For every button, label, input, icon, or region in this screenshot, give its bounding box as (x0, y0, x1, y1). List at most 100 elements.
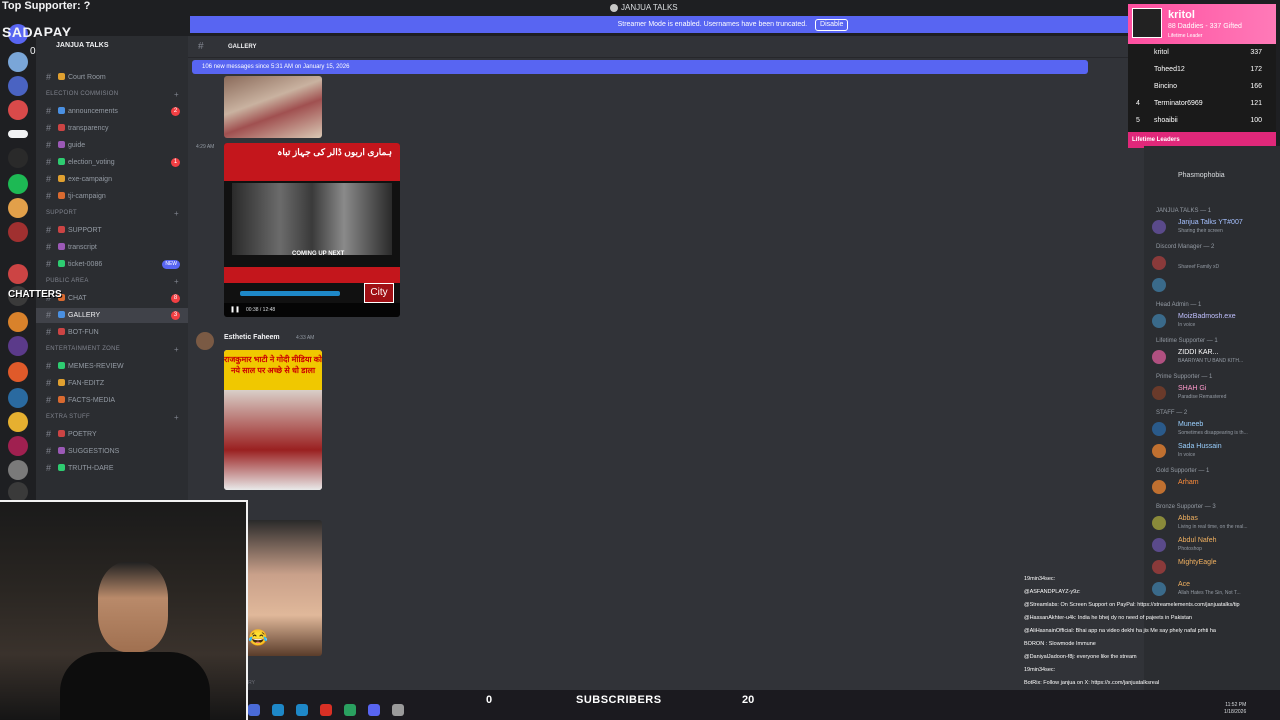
member-name: Sada Hussain (1178, 443, 1222, 450)
obs-icon[interactable] (392, 704, 404, 716)
channel-item[interactable]: # ticket-0086 NEW (36, 257, 188, 272)
image-attachment[interactable]: राजकुमार भाटी ने गोदी मीडिया को नये साल … (224, 350, 322, 490)
channel-item[interactable]: # guide (36, 138, 188, 153)
browser-icon[interactable] (272, 704, 284, 716)
server-icon[interactable] (8, 198, 28, 218)
server-icon[interactable] (8, 460, 28, 480)
member-item[interactable] (1152, 276, 1280, 294)
message-author[interactable]: Esthetic Faheem (224, 334, 280, 341)
add-channel-icon[interactable]: + (174, 277, 179, 286)
guild-name[interactable]: JANJUA TALKS (56, 42, 109, 49)
add-channel-icon[interactable]: + (174, 90, 179, 99)
chat-line: @HassanAkhter-u4k: India he bhej dy no n… (1024, 615, 1192, 621)
channel-item[interactable]: # MEMES-REVIEW (36, 359, 188, 374)
hash-icon: # (46, 463, 52, 473)
member-group-header: Prime Supporter — 1 (1156, 374, 1213, 380)
coming-up-next: COMING UP NEXT (292, 251, 345, 257)
new-messages-bar[interactable]: 106 new messages since 5:31 AM on Januar… (192, 60, 1088, 74)
server-icon[interactable] (8, 76, 28, 96)
edge-icon[interactable] (296, 704, 308, 716)
file-explorer-icon[interactable] (248, 704, 260, 716)
channel-item[interactable]: # GALLERY 3 (36, 308, 188, 323)
avatar (1132, 8, 1162, 38)
channel-item[interactable]: # announcements 2 (36, 104, 188, 119)
chat-line: BORON : Slowmode Immune (1024, 641, 1096, 647)
add-channel-icon[interactable]: + (174, 209, 179, 218)
leaderboard-name: Bincino (1154, 83, 1177, 90)
channel-item[interactable]: # transparency (36, 121, 188, 136)
channel-emoji-icon (58, 107, 65, 114)
channel-item[interactable]: # tji-campaign (36, 189, 188, 204)
member-item[interactable]: MoizBadmosh.exe In voice (1152, 312, 1280, 330)
discord-icon[interactable] (368, 704, 380, 716)
channel-category[interactable]: EXTRA STUFF + (46, 413, 179, 422)
channel-label: SUGGESTIONS (68, 448, 120, 455)
member-item[interactable]: Phasmophobia (1152, 166, 1280, 184)
member-item[interactable]: Abbas Living in real time, on the real... (1152, 514, 1280, 532)
server-icon[interactable] (8, 336, 28, 356)
member-status: BAARIYAN TU BAND KITH... (1178, 358, 1244, 364)
member-item[interactable]: Abdul Nafeh Photoshop (1152, 536, 1280, 554)
member-item[interactable]: Muneeb Sometimes disappearing is th... (1152, 420, 1280, 438)
avatar[interactable] (196, 332, 214, 350)
avatar (1152, 256, 1166, 270)
channel-item[interactable]: # Court Room (36, 70, 188, 85)
server-icon[interactable] (8, 222, 28, 242)
screen: Top Supporter: ? JANJUA TALKS SADAPAY 03… (0, 0, 1280, 720)
disable-button[interactable]: Disable (815, 19, 849, 31)
add-channel-icon[interactable]: + (174, 413, 179, 422)
channel-emoji-icon (58, 175, 65, 182)
server-icon[interactable] (8, 148, 28, 168)
hash-icon: # (46, 174, 52, 184)
server-icon[interactable] (8, 52, 28, 72)
member-item[interactable]: Arham (1152, 478, 1280, 496)
chat-line: 19min34sec: (1024, 576, 1056, 582)
channel-emoji-icon (58, 243, 65, 250)
channel-item[interactable]: # SUGGESTIONS (36, 444, 188, 459)
member-status: Shareef Family xD (1178, 264, 1220, 270)
image-attachment[interactable] (224, 76, 322, 138)
webcam-face (98, 562, 168, 652)
add-channel-icon[interactable]: + (174, 345, 179, 354)
server-icon[interactable] (8, 436, 28, 456)
server-icon[interactable] (8, 388, 28, 408)
channel-item[interactable]: # exe-campaign (36, 172, 188, 187)
server-icon[interactable] (8, 482, 28, 502)
webcam-feed (0, 500, 248, 720)
member-item[interactable]: SHAH Gi Paradise Remastered (1152, 384, 1280, 402)
server-icon[interactable] (8, 412, 28, 432)
channel-item[interactable]: # FACTS-MEDIA (36, 393, 188, 408)
channel-category[interactable]: SUPPORT + (46, 209, 179, 218)
channel-item[interactable]: # POETRY (36, 427, 188, 442)
member-item[interactable]: Sada Hussain In voice (1152, 442, 1280, 460)
channel-category[interactable]: ENTERTAINMENT ZONE + (46, 345, 179, 354)
subscriber-count-left: 0 (486, 694, 493, 706)
streamer-mode-text: Streamer Mode is enabled. Usernames have… (617, 21, 808, 28)
channel-item[interactable]: # FAN-EDITZ (36, 376, 188, 391)
channel-item[interactable]: # SUPPORT (36, 223, 188, 238)
pause-icon[interactable]: ❚❚ (230, 306, 240, 313)
channel-item[interactable]: # BOT-FUN (36, 325, 188, 340)
member-item[interactable]: ZIDDI KAR... BAARIYAN TU BAND KITH... (1152, 348, 1280, 366)
video-progress[interactable] (240, 291, 340, 296)
channel-category[interactable]: Election Commision + (46, 90, 179, 99)
brave-icon[interactable] (320, 704, 332, 716)
channel-label: MEMES-REVIEW (68, 363, 124, 370)
member-item[interactable]: Shareef Family xD (1152, 254, 1280, 272)
channel-item[interactable]: # TRUTH-DARE (36, 461, 188, 476)
channel-item[interactable]: # transcript (36, 240, 188, 255)
video-attachment[interactable]: ہماری اربوں ڈالر کی جہاز تباہ COMING UP … (224, 143, 400, 317)
channel-category[interactable]: PUBLIC AREA + (46, 277, 179, 286)
channel-item[interactable]: # election_voting 1 (36, 155, 188, 170)
member-group-header: Bronze Supporter — 3 (1156, 504, 1216, 510)
infinity-server-icon[interactable] (8, 130, 28, 138)
server-icon[interactable] (8, 264, 28, 284)
chrome-icon[interactable] (344, 704, 356, 716)
server-icon[interactable] (8, 100, 28, 120)
server-icon[interactable] (8, 362, 28, 382)
leaderboard-value: 172 (1250, 66, 1262, 73)
member-item[interactable]: Janjua Talks YT#007 Sharing their screen (1152, 218, 1280, 236)
server-icon[interactable] (8, 174, 28, 194)
server-icon[interactable] (8, 312, 28, 332)
channel-logo: City (364, 283, 394, 303)
